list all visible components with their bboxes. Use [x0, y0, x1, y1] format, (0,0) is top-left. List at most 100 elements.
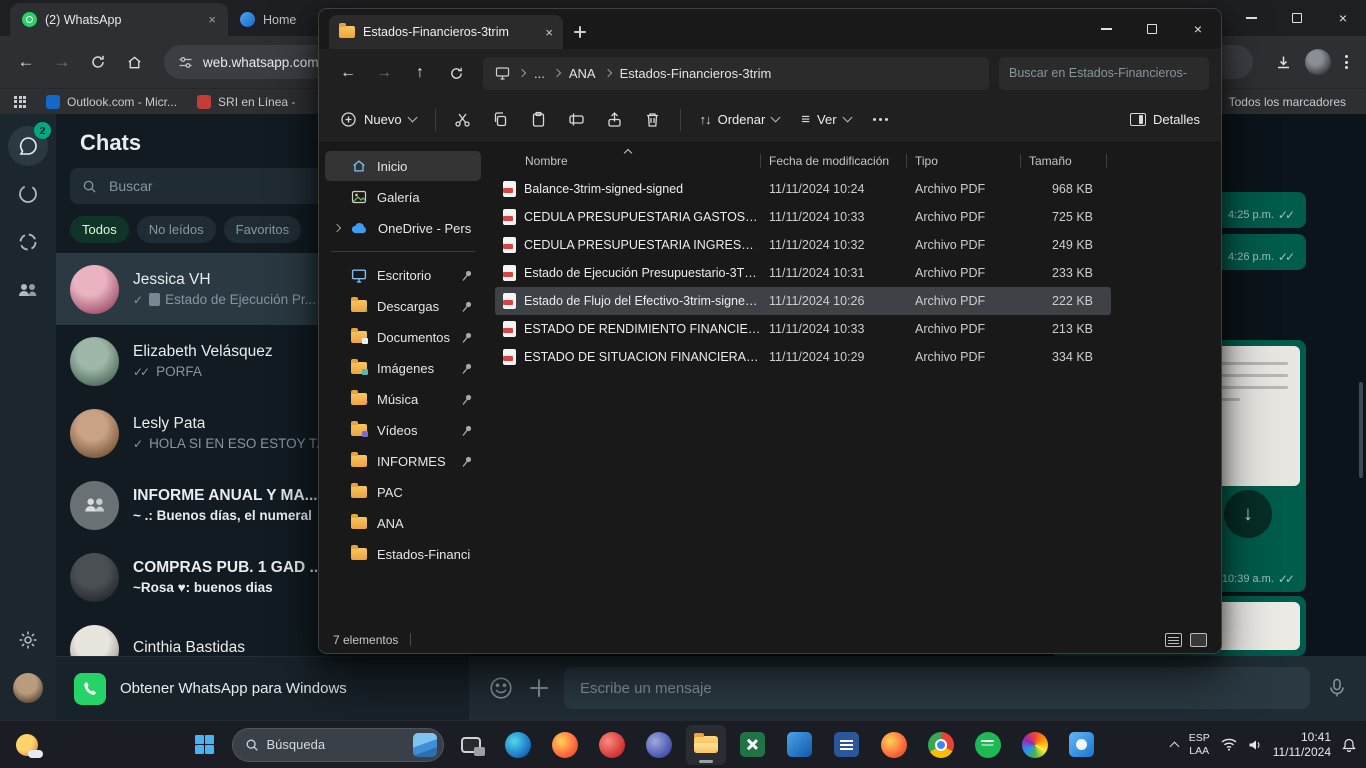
- browser-maximize-button[interactable]: [1274, 0, 1320, 36]
- breadcrumb-current-folder[interactable]: Estados-Financieros-3trim: [620, 66, 772, 81]
- sort-button[interactable]: ↑↓ Ordenar: [691, 103, 789, 137]
- taskbar-app-edge[interactable]: [498, 725, 538, 765]
- breadcrumb-parent-folder[interactable]: ANA: [569, 66, 596, 81]
- browser-profile-avatar[interactable]: [1305, 49, 1331, 75]
- taskbar-app-firefox-2[interactable]: [874, 725, 914, 765]
- task-view-button[interactable]: [451, 725, 491, 765]
- settings-nav-button[interactable]: [8, 620, 48, 660]
- file-row[interactable]: CEDULA PRESUPUESTARIA INGRESO-3TRI... 11…: [495, 231, 1111, 259]
- get-whatsapp-banner[interactable]: Obtener WhatsApp para Windows: [56, 656, 469, 720]
- home-button[interactable]: [120, 48, 148, 76]
- emoji-icon[interactable]: [488, 675, 514, 701]
- delete-button[interactable]: [636, 103, 670, 137]
- taskbar-app-red[interactable]: [592, 725, 632, 765]
- taskbar-app-word[interactable]: [827, 725, 867, 765]
- sidebar-item-videos[interactable]: Vídeos: [325, 415, 481, 445]
- sidebar-item-inicio[interactable]: Inicio: [325, 151, 481, 181]
- downloads-button[interactable]: [1269, 48, 1297, 76]
- back-button[interactable]: ←: [12, 48, 40, 76]
- taskbar-app-purple[interactable]: [639, 725, 679, 765]
- taskbar-app-photos[interactable]: [1062, 725, 1102, 765]
- chats-nav-button[interactable]: 2: [8, 126, 48, 166]
- sidebar-item-documentos[interactable]: Documentos: [325, 322, 481, 352]
- sidebar-item-pac[interactable]: PAC: [325, 477, 481, 507]
- taskbar-app-excel[interactable]: [733, 725, 773, 765]
- new-button[interactable]: Nuevo: [331, 103, 425, 137]
- file-row[interactable]: Estado de Ejecución Presupuestario-3TRI.…: [495, 259, 1111, 287]
- volume-icon[interactable]: [1248, 739, 1262, 751]
- cut-button[interactable]: [446, 103, 480, 137]
- sidebar-item-escritorio[interactable]: Escritorio: [325, 260, 481, 290]
- column-header-name[interactable]: Nombre: [495, 147, 761, 175]
- sidebar-item-ana[interactable]: ANA: [325, 508, 481, 538]
- expand-chevron-icon[interactable]: [333, 224, 341, 232]
- sidebar-item-musica[interactable]: ♪ Música: [325, 384, 481, 414]
- network-icon[interactable]: [1221, 738, 1237, 751]
- hidden-icons-chevron-icon[interactable]: [1169, 742, 1179, 752]
- taskbar-app-spotify[interactable]: [968, 725, 1008, 765]
- browser-tab-whatsapp[interactable]: (2) WhatsApp ×: [10, 3, 228, 36]
- sidebar-item-onedrive[interactable]: OneDrive - Pers: [325, 213, 481, 243]
- download-document-button[interactable]: ↓: [1224, 490, 1272, 538]
- new-tab-button[interactable]: [563, 15, 597, 49]
- filter-favoritos[interactable]: Favoritos: [224, 216, 301, 243]
- sidebar-item-imagenes[interactable]: Imágenes: [325, 353, 481, 383]
- language-indicator[interactable]: ESP LAA: [1189, 732, 1210, 757]
- communities-nav-button[interactable]: [8, 270, 48, 310]
- column-header-modified[interactable]: Fecha de modificación: [761, 147, 907, 175]
- rename-button[interactable]: [560, 103, 594, 137]
- details-view-toggle-icon[interactable]: [1165, 633, 1182, 647]
- file-row[interactable]: Balance-3trim-signed-signed 11/11/2024 1…: [495, 175, 1111, 203]
- file-row[interactable]: ESTADO DE SITUACION FINANCIERA-3tri... 1…: [495, 343, 1111, 371]
- paste-button[interactable]: [522, 103, 556, 137]
- widgets-button[interactable]: [16, 734, 38, 756]
- status-nav-button[interactable]: [8, 174, 48, 214]
- taskbar-app-file-explorer[interactable]: [686, 725, 726, 765]
- taskbar-clock[interactable]: 10:41 11/11/2024: [1273, 730, 1331, 760]
- file-row[interactable]: ESTADO DE RENDIMIENTO FINANCIERO-... 11/…: [495, 315, 1111, 343]
- details-pane-button[interactable]: Detalles: [1121, 103, 1209, 137]
- conversation-scrollbar[interactable]: [1359, 382, 1363, 478]
- microphone-icon[interactable]: [1326, 677, 1348, 699]
- sidebar-item-galeria[interactable]: Galería: [325, 182, 481, 212]
- apps-grid-icon[interactable]: [14, 96, 26, 108]
- share-button[interactable]: [598, 103, 632, 137]
- column-header-type[interactable]: Tipo: [907, 147, 1021, 175]
- nav-forward-button[interactable]: →: [367, 56, 401, 90]
- forward-button[interactable]: →: [48, 48, 76, 76]
- browser-close-button[interactable]: ×: [1320, 0, 1366, 36]
- sidebar-item-estados-financieros[interactable]: Estados-Financi: [325, 539, 481, 569]
- sidebar-item-informes[interactable]: INFORMES: [325, 446, 481, 476]
- explorer-maximize-button[interactable]: [1129, 9, 1175, 49]
- notifications-bell-icon[interactable]: [1342, 738, 1356, 752]
- filter-todos[interactable]: Todos: [70, 216, 129, 243]
- file-row[interactable]: CEDULA PRESUPUESTARIA GASTOS-3TRI... 11/…: [495, 203, 1111, 231]
- explorer-tab[interactable]: Estados-Financieros-3trim ×: [329, 15, 563, 49]
- column-header-size[interactable]: Tamaño: [1021, 147, 1107, 175]
- channels-nav-button[interactable]: [8, 222, 48, 262]
- explorer-minimize-button[interactable]: [1083, 9, 1129, 49]
- browser-menu-button[interactable]: [1339, 55, 1354, 69]
- bookmark-outlook[interactable]: Outlook.com - Micr...: [46, 95, 177, 109]
- explorer-close-button[interactable]: ×: [1175, 9, 1221, 49]
- message-input[interactable]: [564, 667, 1310, 709]
- file-row-selected[interactable]: Estado de Flujo del Efectivo-3trim-signe…: [495, 287, 1111, 315]
- browser-minimize-button[interactable]: [1228, 0, 1274, 36]
- explorer-search-input[interactable]: [1009, 66, 1199, 80]
- reload-button[interactable]: [84, 48, 112, 76]
- bookmark-sri[interactable]: SRI en Línea -: [197, 95, 295, 109]
- start-button[interactable]: [185, 725, 225, 765]
- taskbar-app-firefox[interactable]: [545, 725, 585, 765]
- copy-button[interactable]: [484, 103, 518, 137]
- attach-icon[interactable]: [530, 679, 548, 697]
- breadcrumb-ellipsis[interactable]: ...: [534, 66, 545, 81]
- sidebar-item-descargas[interactable]: ↓ Descargas: [325, 291, 481, 321]
- filter-no-leidos[interactable]: No leídos: [137, 216, 216, 243]
- view-button[interactable]: ≡ Ver: [792, 103, 859, 137]
- profile-nav-button[interactable]: [8, 668, 48, 708]
- taskbar-search[interactable]: Búsqueda: [232, 728, 444, 762]
- nav-refresh-button[interactable]: [439, 56, 473, 90]
- explorer-search-box[interactable]: [999, 57, 1209, 90]
- tab-close-icon[interactable]: ×: [208, 12, 216, 27]
- taskbar-app-colorful[interactable]: [1015, 725, 1055, 765]
